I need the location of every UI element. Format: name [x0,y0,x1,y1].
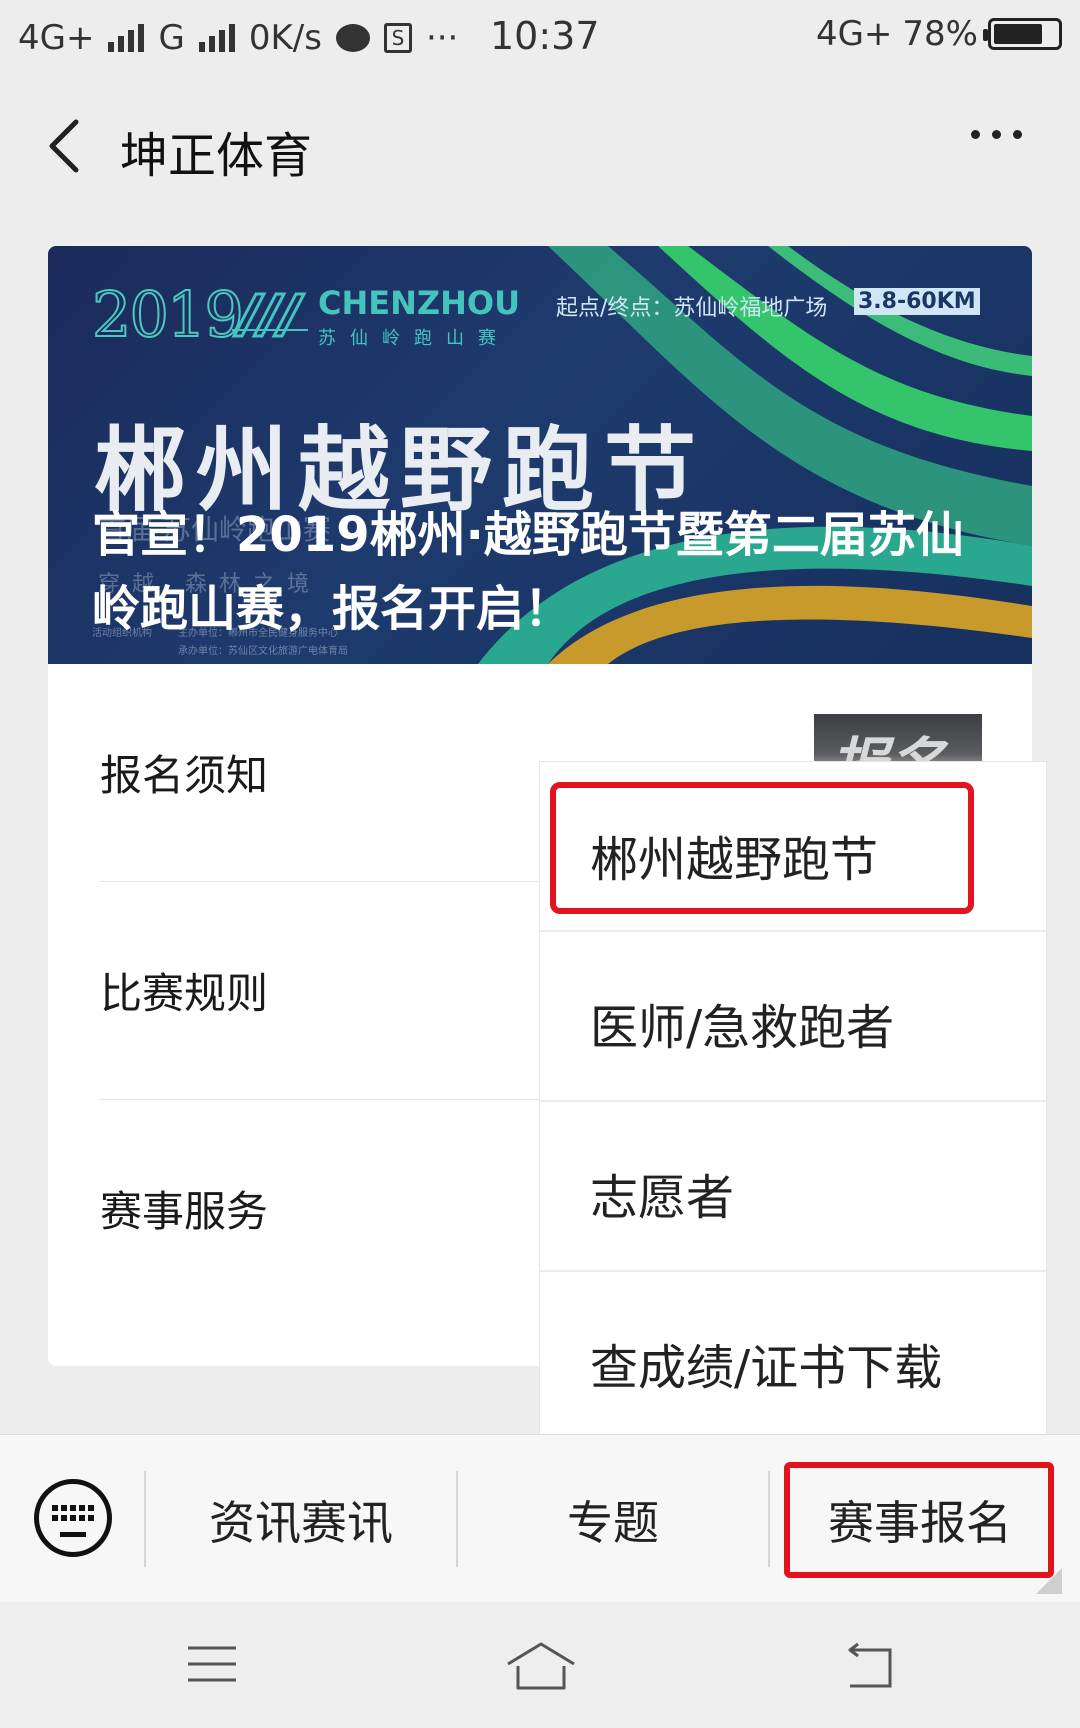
chevron-left-icon[interactable] [44,118,84,174]
submenu-item-volunteer[interactable]: 志愿者 [540,1102,1046,1272]
s-app-icon: S [383,23,412,53]
more-dots-icon[interactable] [971,130,1022,139]
network-speed: 0K/s [248,18,322,58]
status-more-dots: ··· [425,18,459,58]
banner-brand: CHENZHOU [318,284,521,322]
highlight-box-registration-tab [784,1462,1054,1578]
home-icon[interactable] [504,1640,578,1692]
submenu-item-results-certificate[interactable]: 查成绩/证书下载 [540,1272,1046,1442]
network-plus: + [863,14,893,54]
tab-topics[interactable]: 专题 [458,1475,768,1565]
status-time: 10:37 [490,14,600,58]
corner-mark [1036,1568,1062,1594]
highlight-box-submenu [550,782,974,914]
page-title: 坤正体育 [120,128,313,184]
menu-row-label: 比赛规则 [100,969,269,1018]
submenu-item-label: 志愿者 [590,1170,735,1226]
submenu-item-medic-runner[interactable]: 医师/急救跑者 [540,932,1046,1102]
network-type-3: 4G+ [816,14,892,54]
hamburger-icon[interactable] [186,1644,238,1684]
event-banner[interactable]: 2019 CHENZHOU 苏仙岭跑山赛 起点/终点：苏仙岭福地广场 3.8-6… [48,246,1032,664]
status-right: 4G+ 78% [816,14,1062,54]
tab-news[interactable]: 资讯赛讯 [146,1475,456,1565]
banner-caption: 官宣！2019郴州·越野跑节暨第二届苏仙岭跑山赛，报名开启！ [92,507,964,637]
network-type-1: 4G+ [18,18,95,58]
battery-fill [994,24,1043,44]
chat-bubble-icon [335,24,370,52]
banner-distance: 3.8-60KM [854,288,980,315]
system-nav-bar [0,1602,1080,1728]
menu-row-label: 报名须知 [100,751,269,800]
network-type-3-text: 4G [815,14,864,54]
keyboard-icon[interactable] [34,1479,112,1557]
return-icon[interactable] [842,1642,894,1690]
chenzhou-logo-icon [231,292,308,338]
title-bar: 坤正体育 [0,90,1080,200]
banner-route: 起点/终点：苏仙岭福地广场 [556,296,828,321]
signal-icon-2 [198,24,235,52]
submenu-item-label: 查成绩/证书下载 [590,1340,943,1396]
battery-percent: 78% [902,14,978,54]
banner-brand-sub: 苏仙岭跑山赛 [318,328,510,349]
status-left: 4G+ G 0K/s S ··· [18,18,458,58]
network-type-2: G [158,18,185,58]
submenu-item-label: 医师/急救跑者 [590,1000,895,1056]
status-bar: 4G+ G 0K/s S ··· 10:37 4G+ 78% [0,0,1080,76]
signal-icon-1 [108,24,145,52]
banner-year: 2019 [91,277,245,352]
menu-row-label: 赛事服务 [100,1187,269,1236]
battery-icon [983,18,1062,50]
